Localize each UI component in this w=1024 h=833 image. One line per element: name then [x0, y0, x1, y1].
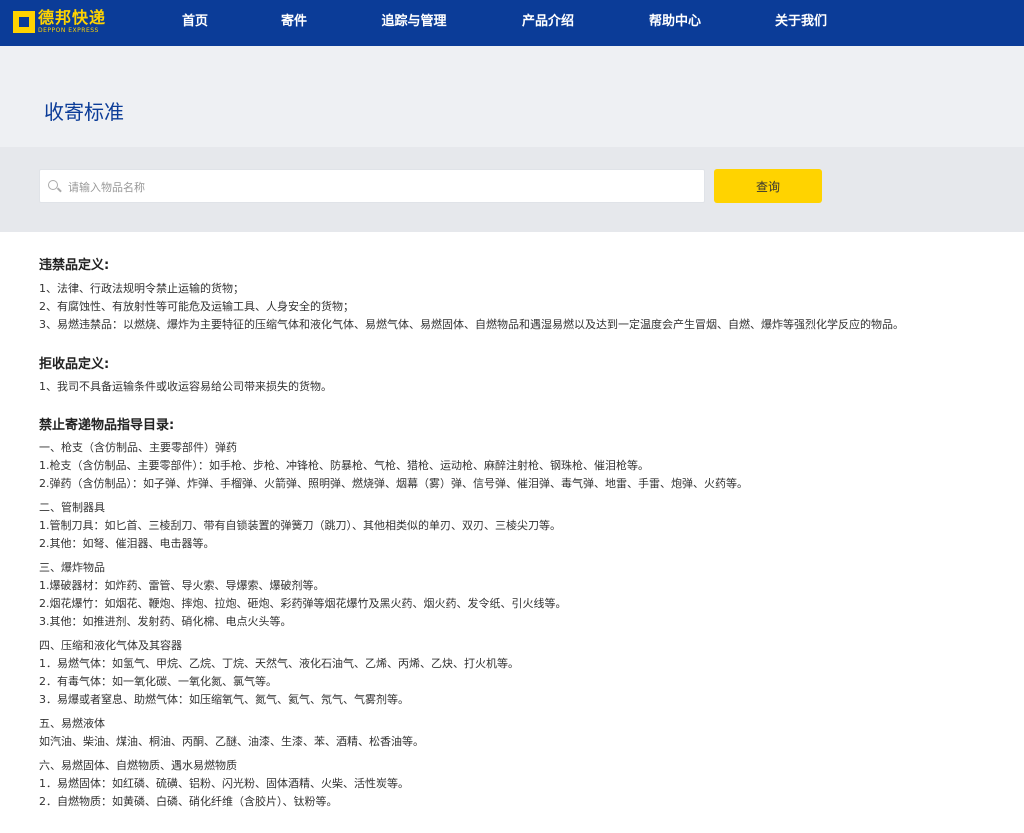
page-header: 收寄标准 [0, 46, 1024, 147]
nav-help[interactable]: 帮助中心 [649, 0, 701, 46]
rejected-item: 1、我司不具备运输条件或收运容易给公司带来损失的货物。 [39, 380, 332, 393]
group-item: 3.其他：如推进剂、发射药、硝化棉、电点火头等。 [39, 615, 292, 628]
search-bar: 查询 [0, 147, 1024, 232]
search-button[interactable]: 查询 [714, 169, 822, 203]
logo-name-en: DEPPON EXPRESS [38, 27, 99, 34]
group-heading: 二、管制器具 [39, 501, 105, 514]
group-item: 1．易燃固体：如红磷、硫磺、铝粉、闪光粉、固体酒精、火柴、活性炭等。 [39, 777, 409, 790]
group-heading: 五、易燃液体 [39, 717, 105, 730]
group-item: 2.烟花爆竹：如烟花、鞭炮、摔炮、拉炮、砸炮、彩药弹等烟花爆竹及黑火药、烟火药、… [39, 597, 567, 610]
prohibited-item: 1、法律、行政法规明令禁止运输的货物； [39, 282, 244, 295]
group-heading: 六、易燃固体、自燃物质、遇水易燃物质 [39, 759, 237, 772]
group-heading: 三、爆炸物品 [39, 561, 105, 574]
prohibited-item: 3、易燃违禁品：以燃烧、爆炸为主要特征的压缩气体和液化气体、易燃气体、易燃固体、… [39, 318, 904, 331]
logo-mark-icon [13, 11, 35, 33]
prohibited-title: 违禁品定义: [39, 258, 110, 273]
group-item: 1.枪支（含仿制品、主要零部件）：如手枪、步枪、冲锋枪、防暴枪、气枪、猎枪、运动… [39, 459, 649, 472]
group-item: 3．易爆或者窒息、助燃气体：如压缩氧气、氮气、氦气、氖气、气雾剂等。 [39, 693, 409, 706]
catalog-title: 禁止寄递物品指导目录: [39, 418, 175, 433]
nav-about[interactable]: 关于我们 [775, 0, 827, 46]
group-item: 2．有毒气体：如一氧化碳、一氧化氮、氯气等。 [39, 675, 277, 688]
group-item: 2．自燃物质：如黄磷、白磷、硝化纤维（含胶片）、钛粉等。 [39, 795, 338, 808]
nav-products[interactable]: 产品介绍 [522, 0, 574, 46]
nav-tracking[interactable]: 追踪与管理 [381, 0, 446, 46]
group-heading: 四、压缩和液化气体及其容器 [39, 639, 182, 652]
page-title: 收寄标准 [44, 100, 124, 124]
group-item: 如汽油、柴油、煤油、桐油、丙酮、乙醚、油漆、生漆、苯、酒精、松香油等。 [39, 735, 424, 748]
search-box [39, 169, 705, 204]
group-item: 1.管制刀具：如匕首、三棱刮刀、带有自锁装置的弹簧刀（跳刀）、其他相类似的单刃、… [39, 519, 561, 532]
search-input[interactable] [66, 170, 690, 204]
group-heading: 一、枪支（含仿制品、主要零部件）弹药 [39, 441, 237, 454]
group-item: 2.弹药（含仿制品）：如子弹、炸弹、手榴弹、火箭弹、照明弹、燃烧弹、烟幕（雾）弹… [39, 477, 748, 490]
main-content: 违禁品定义: 1、法律、行政法规明令禁止运输的货物； 2、有腐蚀性、有放射性等可… [0, 232, 1024, 811]
prohibited-item: 2、有腐蚀性、有放射性等可能危及运输工具、人身安全的货物； [39, 300, 354, 313]
brand-logo[interactable]: 德邦快递 DEPPON EXPRESS [13, 8, 106, 36]
search-icon [48, 180, 58, 190]
top-navbar: 德邦快递 DEPPON EXPRESS 首页 寄件 追踪与管理 产品介绍 帮助中… [0, 0, 1024, 46]
group-item: 2.其他：如弩、催泪器、电击器等。 [39, 537, 215, 550]
nav-send[interactable]: 寄件 [281, 0, 307, 46]
group-item: 1．易燃气体：如氢气、甲烷、乙烷、丁烷、天然气、液化石油气、乙烯、丙烯、乙炔、打… [39, 657, 519, 670]
nav-home[interactable]: 首页 [182, 0, 208, 46]
group-item: 1.爆破器材：如炸药、雷管、导火索、导爆索、爆破剂等。 [39, 579, 325, 592]
rejected-title: 拒收品定义: [39, 357, 110, 372]
logo-name-cn: 德邦快递 [38, 8, 107, 27]
